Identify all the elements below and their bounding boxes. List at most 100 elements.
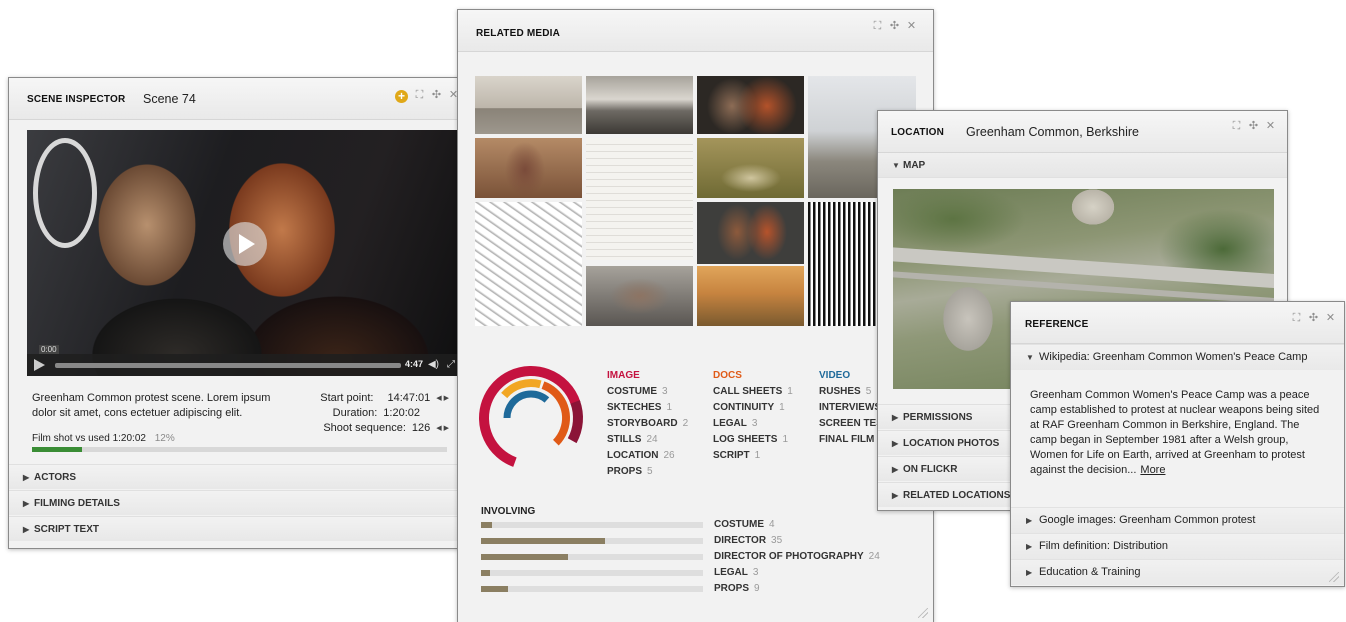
involving-title: INVOLVING bbox=[481, 506, 536, 517]
reference-item-google-images[interactable]: ▶ Google images: Greenham Common protest bbox=[1011, 507, 1344, 533]
involving-item[interactable]: DIRECTOR OF PHOTOGRAPHY 24 bbox=[714, 551, 880, 562]
reference-item-education[interactable]: ▶ Education & Training bbox=[1011, 559, 1344, 585]
play-icon[interactable] bbox=[34, 359, 45, 371]
involving-item[interactable]: LEGAL 3 bbox=[714, 567, 758, 578]
volume-icon[interactable]: ◀) bbox=[428, 359, 439, 370]
women-car-photo[interactable] bbox=[697, 76, 804, 134]
collapse-arrow-icon: ▼ bbox=[1026, 353, 1034, 362]
shoot-sequence-label: Shoot sequence: bbox=[323, 422, 406, 434]
media-item[interactable]: LOCATION 26 bbox=[607, 448, 688, 464]
media-item[interactable]: PROPS 5 bbox=[607, 464, 688, 480]
involving-item[interactable]: COSTUME 4 bbox=[714, 519, 775, 530]
resize-grip[interactable] bbox=[918, 608, 928, 618]
reference-item-label: Film definition: Distribution bbox=[1039, 540, 1168, 552]
media-item[interactable]: LOG SHEETS 1 bbox=[713, 432, 793, 448]
video-scrubber[interactable] bbox=[55, 363, 401, 368]
move-icon[interactable]: ✣ bbox=[1248, 121, 1259, 132]
hands-photo[interactable] bbox=[586, 266, 693, 326]
start-point-label: Start point: bbox=[320, 392, 374, 404]
involving-bar bbox=[481, 554, 703, 560]
close-icon[interactable]: ✕ bbox=[1265, 121, 1276, 132]
media-item[interactable]: SCRIPT 1 bbox=[713, 448, 793, 464]
panel-header: RELATED MEDIA ⛶ ✣ ✕ bbox=[458, 10, 933, 52]
media-item[interactable]: LEGAL 3 bbox=[713, 416, 793, 432]
panel-header: LOCATION Greenham Common, Berkshire ⛶ ✣ … bbox=[878, 111, 1287, 153]
move-icon[interactable]: ✣ bbox=[889, 21, 900, 32]
involving-bar-fill bbox=[481, 586, 508, 592]
maximize-icon[interactable]: ⛶ bbox=[1291, 313, 1302, 324]
media-item[interactable]: CALL SHEETS 1 bbox=[713, 384, 793, 400]
media-item[interactable]: SKTECHES 1 bbox=[607, 400, 688, 416]
involving-label: COSTUME bbox=[714, 519, 764, 530]
usage-time: 1:20:02 bbox=[112, 433, 146, 444]
section-filming-details[interactable]: ▶ FILMING DETAILS bbox=[9, 490, 459, 515]
section-script-text[interactable]: ▶ SCRIPT TEXT bbox=[9, 516, 459, 541]
map-sketch[interactable] bbox=[475, 202, 582, 326]
protest-photo[interactable] bbox=[586, 76, 693, 134]
doorway-photo[interactable] bbox=[475, 138, 582, 198]
shoot-sequence-stepper[interactable]: ◀ ▶ bbox=[436, 421, 449, 436]
fullscreen-icon[interactable]: ⤢ bbox=[447, 359, 455, 370]
resize-grip[interactable] bbox=[1329, 572, 1339, 582]
usage-progress-fill bbox=[32, 447, 82, 452]
car-women-photo[interactable] bbox=[697, 202, 804, 264]
involving-label: PROPS bbox=[714, 583, 750, 594]
window-controls: ⛶ ✣ ✕ bbox=[872, 21, 917, 32]
expand-arrow-icon: ▶ bbox=[892, 413, 899, 422]
start-point-stepper[interactable]: ◀ ▶ bbox=[436, 391, 449, 406]
donut-image-ring bbox=[479, 366, 583, 470]
more-link[interactable]: More bbox=[1140, 464, 1165, 476]
section-actors[interactable]: ▶ ACTORS bbox=[9, 464, 459, 489]
reference-item-wikipedia[interactable]: ▼ Wikipedia: Greenham Common Women's Pea… bbox=[1011, 344, 1344, 370]
maximize-icon[interactable]: ⛶ bbox=[414, 90, 425, 101]
reference-panel: REFERENCE ⛶ ✣ ✕ ▼ Wikipedia: Greenham Co… bbox=[1010, 301, 1345, 587]
panel-header: REFERENCE ⛶ ✣ ✕ bbox=[1011, 302, 1344, 344]
involving-label: DIRECTOR bbox=[714, 535, 767, 546]
expand-arrow-icon: ▶ bbox=[23, 473, 30, 482]
maximize-icon[interactable]: ⛶ bbox=[1231, 121, 1242, 132]
involving-bar bbox=[481, 570, 703, 576]
involving-item[interactable]: DIRECTOR 35 bbox=[714, 535, 782, 546]
expand-arrow-icon: ▶ bbox=[892, 491, 899, 500]
section-label: MAP bbox=[903, 160, 926, 171]
usage-progress-bar bbox=[32, 447, 447, 452]
current-time: 0:00 bbox=[39, 345, 59, 354]
involving-count: 35 bbox=[771, 535, 783, 546]
media-item[interactable]: STORYBOARD 2 bbox=[607, 416, 688, 432]
wall-photo[interactable] bbox=[475, 76, 582, 134]
expand-arrow-icon: ▶ bbox=[23, 499, 30, 508]
section-label: ACTORS bbox=[34, 472, 77, 483]
start-point-row: Start point: 14:47:01 ◀ ▶ bbox=[320, 391, 449, 406]
move-icon[interactable]: ✣ bbox=[1308, 313, 1319, 324]
section-label: ON FLICKR bbox=[903, 464, 958, 475]
window-controls: + ⛶ ✣ ✕ bbox=[395, 90, 459, 103]
maximize-icon[interactable]: ⛶ bbox=[872, 21, 883, 32]
involving-item[interactable]: PROPS 9 bbox=[714, 583, 760, 594]
move-icon[interactable]: ✣ bbox=[431, 90, 442, 101]
involving-bar bbox=[481, 586, 703, 592]
close-icon[interactable]: ✕ bbox=[906, 21, 917, 32]
negative-report-doc[interactable] bbox=[586, 138, 693, 260]
map-section-toggle[interactable]: ▼ MAP bbox=[878, 153, 1287, 178]
close-icon[interactable]: ✕ bbox=[1325, 313, 1336, 324]
landscape-painting[interactable] bbox=[697, 266, 804, 326]
media-item[interactable]: COSTUME 3 bbox=[607, 384, 688, 400]
category-heading: IMAGE bbox=[607, 370, 640, 381]
duration-row: Duration: 1:20:02 bbox=[320, 406, 449, 421]
section-label: RELATED LOCATIONS bbox=[903, 490, 1011, 501]
donut-video-ring bbox=[503, 390, 559, 446]
add-icon[interactable]: + bbox=[395, 90, 408, 103]
video-duration: 4:47 bbox=[404, 359, 423, 369]
window-controls: ⛶ ✣ ✕ bbox=[1291, 313, 1336, 324]
play-overlay-button[interactable] bbox=[223, 222, 267, 266]
video-player[interactable]: 0:00 4:47 ◀) ⤢ bbox=[27, 130, 459, 376]
donut-image-ring-dark bbox=[479, 366, 583, 470]
media-item[interactable]: CONTINUITY 1 bbox=[713, 400, 793, 416]
involving-count: 9 bbox=[754, 583, 760, 594]
reference-item-label: Education & Training bbox=[1039, 566, 1141, 578]
fountain-photo[interactable] bbox=[697, 138, 804, 198]
section-label: PERMISSIONS bbox=[903, 412, 973, 423]
category-docs: DOCS CALL SHEETS 1 CONTINUITY 1 LEGAL 3 LOG… bbox=[713, 368, 793, 464]
reference-item-film-definition[interactable]: ▶ Film definition: Distribution bbox=[1011, 533, 1344, 559]
media-item[interactable]: STILLS 24 bbox=[607, 432, 688, 448]
